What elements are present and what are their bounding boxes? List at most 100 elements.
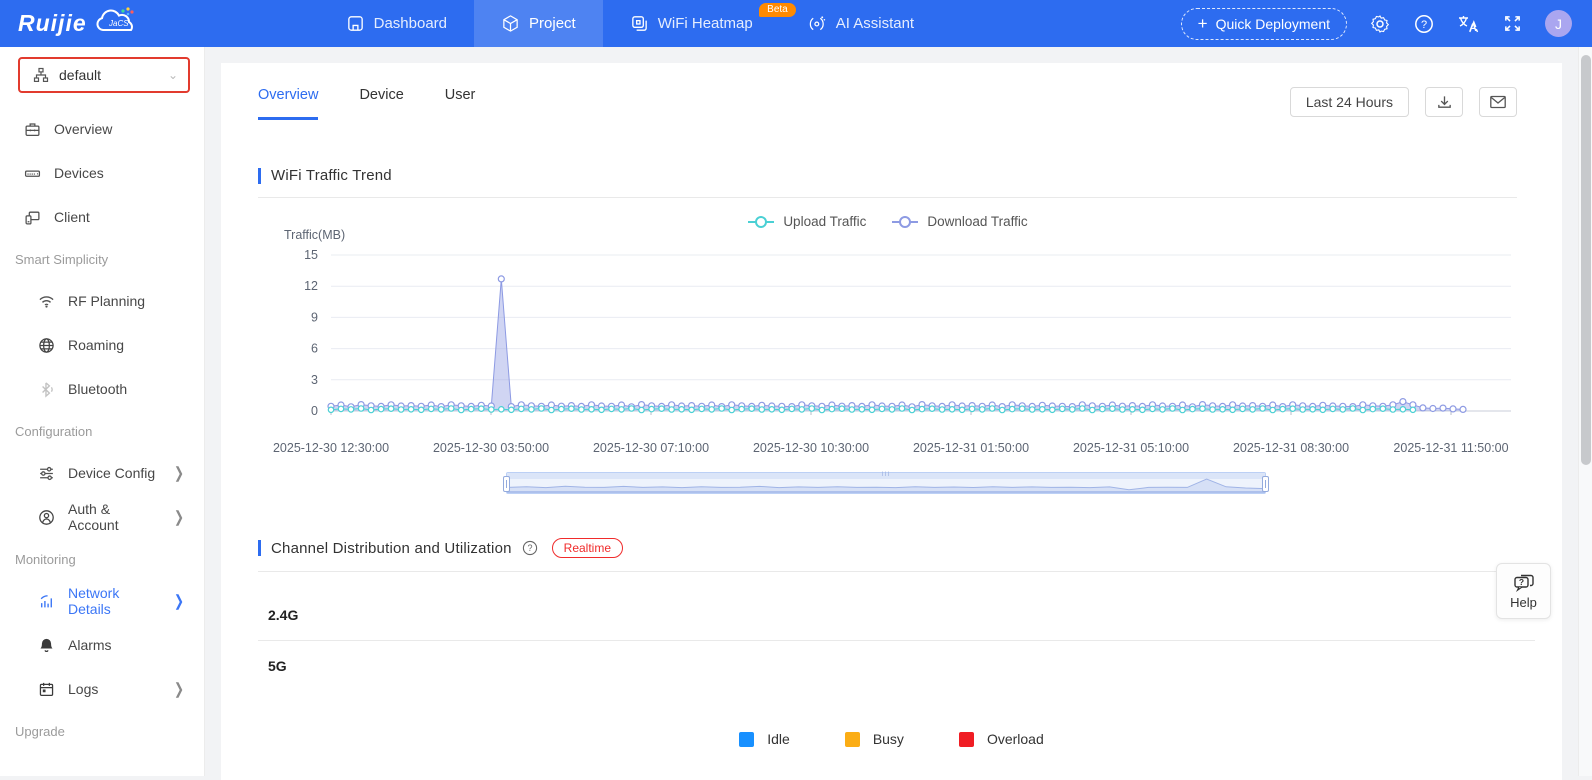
datazoom-right-handle[interactable]: [1262, 476, 1269, 492]
sidebar-section-monitoring: Monitoring: [0, 539, 204, 579]
legend-upload-traffic[interactable]: Upload Traffic: [748, 214, 866, 229]
jacs-cloud-icon: JaCS: [93, 6, 139, 41]
download-legend-label: Download Traffic: [927, 214, 1027, 229]
section-divider: [258, 571, 1517, 572]
sidebar-item-roaming[interactable]: Roaming: [0, 323, 204, 367]
help-circle-icon[interactable]: ?: [1413, 13, 1435, 35]
nav-item-project[interactable]: Project: [474, 0, 603, 47]
channel-help-icon[interactable]: ?: [522, 540, 538, 556]
sidebar-item-client[interactable]: Client: [0, 195, 204, 239]
upload-legend-label: Upload Traffic: [783, 214, 866, 229]
fullscreen-icon[interactable]: [1501, 13, 1523, 35]
svg-text:0: 0: [311, 404, 318, 418]
sidebar-item-label: Overview: [54, 121, 112, 137]
sidebar-item-network-details[interactable]: Network Details❯: [0, 579, 204, 623]
plus-icon: +: [1198, 14, 1208, 34]
nav-item-label: AI Assistant: [836, 15, 914, 32]
legend-swatch: [845, 732, 860, 747]
sidebar-item-devices[interactable]: Devices: [0, 151, 204, 195]
alarms-icon: [38, 637, 55, 654]
svg-text:15: 15: [304, 248, 318, 262]
network-icon: [38, 593, 55, 610]
nav-right-actions: + Quick Deployment ? A J: [1181, 8, 1572, 40]
nav-item-wifi-heatmap[interactable]: WiFi HeatmapBeta: [603, 0, 780, 47]
sidebar-section-upgrade: Upgrade: [0, 711, 204, 751]
card-header: Overview Device User Last 24 Hours: [221, 63, 1562, 120]
legend-label: Idle: [767, 731, 790, 747]
datazoom-sparkline: [507, 477, 1265, 493]
channel-legend-overload[interactable]: Overload: [959, 731, 1044, 747]
tab-user[interactable]: User: [445, 87, 476, 120]
chevron-down-icon: ⌄: [168, 68, 178, 82]
quick-deployment-button[interactable]: + Quick Deployment: [1181, 8, 1347, 40]
channel-section-title: Channel Distribution and Utilization ? R…: [258, 538, 1517, 558]
download-icon: [1436, 94, 1453, 111]
settings-gear-icon[interactable]: [1369, 13, 1391, 35]
ruijie-logo: Ruijie JaCS: [18, 6, 139, 41]
sidebar-item-rf-planning[interactable]: RF Planning: [0, 279, 204, 323]
datazoom-slider[interactable]: [506, 472, 1266, 494]
rf-icon: [38, 293, 55, 310]
user-avatar[interactable]: J: [1545, 10, 1572, 37]
download-button[interactable]: [1425, 87, 1463, 117]
main-card: Overview Device User Last 24 Hours WiFi Tr…: [221, 63, 1562, 780]
tab-device[interactable]: Device: [359, 87, 403, 120]
sidebar-menu: Overview Devices ClientSmart Simplicity …: [0, 107, 204, 751]
nav-items: Dashboard Project WiFi HeatmapBeta AI As…: [319, 0, 941, 47]
scrollbar-thumb[interactable]: [1581, 55, 1591, 465]
jacs-label: JaCS: [108, 19, 129, 28]
chevron-right-icon: ❯: [174, 680, 184, 698]
nav-item-dashboard[interactable]: Dashboard: [319, 0, 474, 47]
translate-icon[interactable]: A: [1457, 13, 1479, 35]
heatmap-icon: [630, 14, 649, 33]
time-range-button[interactable]: Last 24 Hours: [1290, 87, 1409, 117]
brand-text: Ruijie: [18, 10, 87, 37]
sidebar-item-bluetooth[interactable]: Bluetooth: [0, 367, 204, 411]
sidebar-item-label: Alarms: [68, 637, 112, 653]
sidebar-item-label: Roaming: [68, 337, 124, 353]
sidebar-item-logs[interactable]: Logs ❯: [0, 667, 204, 711]
nav-item-label: Dashboard: [374, 15, 447, 32]
sidebar-item-label: Logs: [68, 681, 98, 697]
network-selector-dropdown[interactable]: default ⌄: [18, 57, 190, 93]
vertical-scrollbar[interactable]: [1578, 47, 1592, 776]
sidebar-item-label: Devices: [54, 165, 104, 181]
upload-legend-marker: [748, 221, 774, 223]
nav-item-label: WiFi Heatmap: [658, 15, 753, 32]
top-nav: Ruijie JaCS Dashboard Project WiFi Heatm…: [0, 0, 1592, 47]
sitemap-icon: [32, 67, 49, 84]
channel-legend-busy[interactable]: Busy: [845, 731, 904, 747]
sidebar-item-alarms[interactable]: Alarms: [0, 623, 204, 667]
sidebar-item-device-config[interactable]: Device Config❯: [0, 451, 204, 495]
quick-deployment-label: Quick Deployment: [1216, 16, 1330, 32]
legend-label: Busy: [873, 731, 904, 747]
sidebar-section-configuration: Configuration: [0, 411, 204, 451]
x-axis-label: 2025-12-31 05:10:00: [1073, 441, 1189, 455]
traffic-section-title: WiFi Traffic Trend: [258, 167, 1517, 184]
sidebar-item-auth-account[interactable]: Auth & Account ❯: [0, 495, 204, 539]
title-accent-bar: [258, 168, 261, 184]
nav-item-ai-assistant[interactable]: AI Assistant: [780, 0, 941, 47]
help-floating-button[interactable]: ? Help: [1496, 563, 1551, 619]
realtime-badge: Realtime: [552, 538, 623, 558]
x-axis-label: 2025-12-31 11:50:00: [1393, 441, 1508, 455]
legend-download-traffic[interactable]: Download Traffic: [892, 214, 1027, 229]
channel-legend-idle[interactable]: Idle: [739, 731, 790, 747]
dashboard-icon: [346, 14, 365, 33]
svg-text:?: ?: [1518, 577, 1523, 587]
channel-legend: Idle Busy Overload: [221, 731, 1562, 747]
svg-text:Traffic(MB): Traffic(MB): [284, 229, 345, 242]
logs-icon: [38, 681, 55, 698]
datazoom-left-handle[interactable]: [503, 476, 510, 492]
x-axis-label: 2025-12-30 07:10:00: [593, 441, 709, 455]
tab-overview[interactable]: Overview: [258, 87, 318, 120]
traffic-line-chart: 03691215Traffic(MB): [258, 229, 1518, 441]
svg-text:?: ?: [1421, 19, 1427, 31]
sidebar-item-label: Auth & Account: [68, 501, 161, 533]
email-button[interactable]: [1479, 87, 1517, 117]
mail-icon: [1489, 94, 1507, 110]
sidebar-item-overview[interactable]: Overview: [0, 107, 204, 151]
devices-icon: [24, 165, 41, 182]
chevron-right-icon: ❯: [174, 508, 184, 526]
roaming-icon: [38, 337, 55, 354]
